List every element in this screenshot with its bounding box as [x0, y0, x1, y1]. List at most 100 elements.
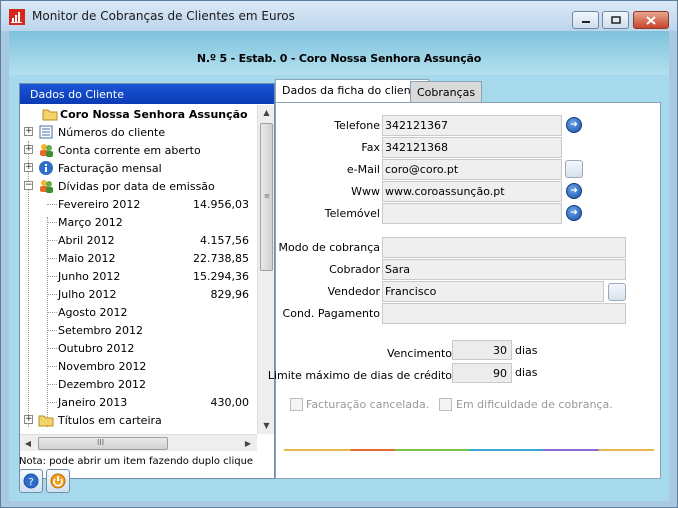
- close-button[interactable]: [633, 11, 669, 29]
- scroll-thumb[interactable]: III: [38, 437, 168, 450]
- expand-icon[interactable]: +: [24, 145, 33, 154]
- tree-item-conta-corrente[interactable]: + Conta corrente em aberto: [20, 141, 258, 159]
- scroll-down-icon[interactable]: ▼: [258, 418, 275, 434]
- debt-value: 22.738,85: [193, 252, 249, 265]
- debt-row[interactable]: Maio 2012 22.738,85: [20, 249, 258, 267]
- exit-button[interactable]: [46, 469, 70, 493]
- folder-icon: [38, 415, 54, 427]
- scroll-right-icon[interactable]: ▶: [240, 435, 256, 452]
- horizontal-scrollbar[interactable]: ◀ III ▶: [20, 434, 257, 451]
- client-area: N.º 5 - Estab. 0 - Coro Nossa Senhora As…: [9, 31, 669, 501]
- telemovel-field[interactable]: [382, 203, 562, 224]
- go-arrow-icon[interactable]: ➜: [566, 117, 582, 133]
- vencimento-label: Vencimento: [386, 347, 452, 360]
- panel-title: Dados do Cliente: [20, 84, 274, 104]
- tree-root-label: Coro Nossa Senhora Assunção: [60, 108, 248, 121]
- collapse-icon[interactable]: −: [24, 181, 33, 190]
- client-tree: Coro Nossa Senhora Assunção + Números do…: [20, 105, 258, 427]
- minimize-icon: [581, 21, 590, 23]
- cobrador-label: Cobrador: [329, 263, 380, 276]
- scroll-left-icon[interactable]: ◀: [20, 435, 36, 452]
- cond-pagamento-label: Cond. Pagamento: [282, 307, 380, 320]
- client-form-panel: Telefone 342121367 ➜ Fax 342121368 e-Mai…: [268, 102, 661, 479]
- debt-row[interactable]: Janeiro 2013 430,00: [20, 393, 258, 411]
- email-icon[interactable]: [565, 160, 583, 178]
- help-icon: ?: [23, 473, 39, 489]
- window-title: Monitor de Cobranças de Clientes em Euro…: [32, 9, 295, 23]
- facturacao-cancelada-label: Facturação cancelada.: [306, 398, 430, 411]
- debt-row[interactable]: Setembro 2012: [20, 321, 258, 339]
- cond-pagamento-field[interactable]: [382, 303, 626, 324]
- people-icon: [40, 180, 53, 193]
- cobrador-field[interactable]: Sara: [382, 259, 626, 280]
- minimize-button[interactable]: [572, 11, 599, 29]
- www-field[interactable]: www.coroassunção.pt: [382, 181, 562, 202]
- fax-field[interactable]: 342121368: [382, 137, 562, 158]
- email-field[interactable]: coro@coro.pt: [382, 159, 562, 180]
- scroll-thumb[interactable]: ≡: [260, 123, 273, 271]
- expand-icon[interactable]: +: [24, 415, 33, 424]
- dificuldade-cobranca-checkbox[interactable]: [439, 398, 452, 411]
- debt-month: Julho 2012: [58, 288, 117, 301]
- scroll-up-icon[interactable]: ▲: [258, 105, 275, 121]
- email-label: e-Mail: [346, 163, 380, 176]
- limite-field[interactable]: 90: [452, 363, 512, 383]
- header-band: N.º 5 - Estab. 0 - Coro Nossa Senhora As…: [9, 31, 669, 75]
- tree-item-dividas[interactable]: − Dívidas por data de emissão: [20, 177, 258, 195]
- folder-icon: [42, 109, 58, 121]
- tree-item-facturacao[interactable]: + Facturação mensal: [20, 159, 258, 177]
- debt-month: Março 2012: [58, 216, 123, 229]
- telefone-field[interactable]: 342121367: [382, 115, 562, 136]
- vendedor-field[interactable]: Francisco: [382, 281, 604, 302]
- fax-label: Fax: [361, 141, 380, 154]
- debt-row[interactable]: Junho 2012 15.294,36: [20, 267, 258, 285]
- www-label: Www: [351, 185, 380, 198]
- debt-month: Outubro 2012: [58, 342, 135, 355]
- dias-label: dias: [515, 366, 538, 379]
- tree-item-titulos[interactable]: + Títulos em carteira: [20, 411, 258, 427]
- list-icon: [39, 125, 53, 139]
- debt-row[interactable]: Dezembro 2012: [20, 375, 258, 393]
- tree-item-label: Facturação mensal: [58, 162, 162, 175]
- facturacao-cancelada-checkbox[interactable]: [290, 398, 303, 411]
- vertical-scrollbar[interactable]: ▲ ≡ ▼: [257, 105, 274, 434]
- go-arrow-icon[interactable]: ➜: [566, 205, 582, 221]
- tree-item-numeros[interactable]: + Números do cliente: [20, 123, 258, 141]
- debt-row[interactable]: Julho 2012 829,96: [20, 285, 258, 303]
- tree-root[interactable]: Coro Nossa Senhora Assunção: [20, 105, 258, 123]
- debt-row[interactable]: Agosto 2012: [20, 303, 258, 321]
- vendedor-lookup-icon[interactable]: [608, 283, 626, 301]
- expand-icon[interactable]: +: [24, 127, 33, 136]
- svg-text:?: ?: [28, 477, 33, 488]
- vencimento-field[interactable]: 30: [452, 340, 512, 360]
- go-arrow-icon[interactable]: ➜: [566, 183, 582, 199]
- expand-icon[interactable]: +: [24, 163, 33, 172]
- dias-label: dias: [515, 344, 538, 357]
- debt-row[interactable]: Fevereiro 2012 14.956,03: [20, 195, 258, 213]
- debt-row[interactable]: Março 2012: [20, 213, 258, 231]
- tree-item-label: Dívidas por data de emissão: [58, 180, 215, 193]
- debt-month: Fevereiro 2012: [58, 198, 141, 211]
- debt-month: Setembro 2012: [58, 324, 144, 337]
- tab-dados-ficha[interactable]: Dados da ficha do cliente: [275, 79, 429, 102]
- help-button[interactable]: ?: [19, 469, 43, 493]
- debt-row[interactable]: Novembro 2012: [20, 357, 258, 375]
- dificuldade-cobranca-label: Em dificuldade de cobrança.: [456, 398, 613, 411]
- debt-row[interactable]: Abril 2012 4.157,56: [20, 231, 258, 249]
- tab-cobrancas[interactable]: Cobranças: [410, 81, 483, 103]
- vendedor-label: Vendedor: [327, 285, 380, 298]
- client-header: N.º 5 - Estab. 0 - Coro Nossa Senhora As…: [196, 52, 482, 65]
- debt-month: Agosto 2012: [58, 306, 128, 319]
- close-icon: [646, 15, 656, 25]
- footer-note: Nota: pode abrir um item fazendo duplo c…: [19, 456, 254, 467]
- info-icon: [39, 161, 53, 175]
- tree-item-label: Números do cliente: [58, 126, 166, 139]
- debt-value: 829,96: [210, 288, 250, 301]
- debt-value: 4.157,56: [200, 234, 249, 247]
- maximize-button[interactable]: [602, 11, 629, 29]
- debt-row[interactable]: Outubro 2012: [20, 339, 258, 357]
- debt-value: 430,00: [210, 396, 250, 409]
- telefone-label: Telefone: [334, 119, 380, 132]
- title-bar[interactable]: Monitor de Cobranças de Clientes em Euro…: [1, 1, 677, 31]
- modo-cobranca-field[interactable]: [382, 237, 626, 258]
